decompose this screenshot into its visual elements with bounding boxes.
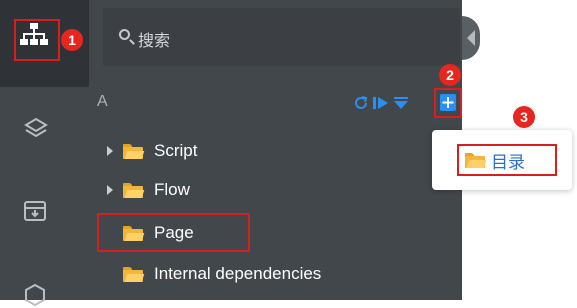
folder-icon — [123, 143, 145, 159]
layers-icon[interactable] — [23, 116, 49, 142]
annotation-badge-3: 3 — [513, 106, 535, 128]
annotation-box-1 — [14, 19, 60, 61]
annotation-box-3 — [457, 144, 557, 176]
folder-icon — [123, 266, 145, 282]
search-icon — [119, 29, 130, 40]
archive-icon[interactable] — [22, 198, 48, 224]
tree-item-flow[interactable]: Flow — [123, 174, 190, 206]
tree-item-label: Flow — [154, 180, 190, 199]
tree-item-label: Script — [154, 141, 198, 160]
annotation-badge-2: 2 — [439, 64, 461, 86]
search-input[interactable]: 搜索 — [138, 27, 170, 51]
tree-item-internal-dependencies[interactable]: Internal dependencies — [123, 258, 321, 290]
filter-icon[interactable] — [393, 95, 409, 111]
tree-item-label: Internal dependencies — [154, 264, 322, 283]
collapse-panel-handle[interactable] — [462, 16, 480, 60]
section-label: A — [97, 93, 108, 110]
tree-item-script[interactable]: Script — [123, 135, 197, 167]
annotation-box-page — [97, 213, 250, 252]
folder-icon — [123, 182, 145, 198]
annotation-box-2 — [434, 88, 462, 118]
refresh-icon[interactable] — [353, 95, 369, 111]
expand-caret-icon[interactable] — [107, 146, 113, 156]
cube-icon[interactable] — [22, 282, 48, 308]
expand-caret-icon[interactable] — [107, 185, 113, 195]
annotation-badge-1: 1 — [61, 29, 83, 51]
run-icon[interactable] — [372, 95, 390, 111]
